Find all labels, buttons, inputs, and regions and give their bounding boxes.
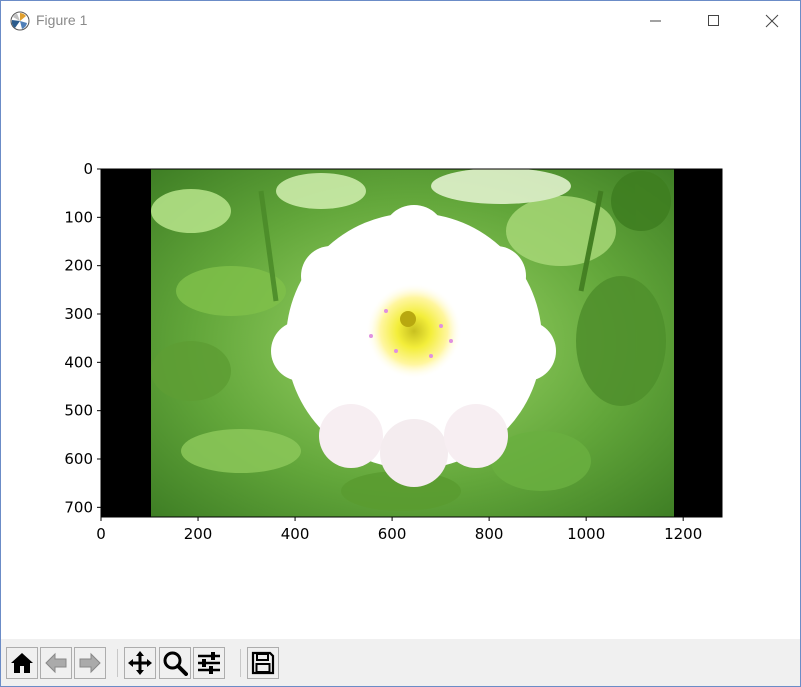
back-button[interactable] bbox=[40, 647, 72, 679]
forward-arrow-icon bbox=[79, 652, 101, 674]
y-tick-label: 400 bbox=[64, 353, 93, 371]
home-icon bbox=[11, 653, 33, 673]
toolbar-separator bbox=[117, 649, 118, 677]
y-tick-label: 0 bbox=[83, 160, 93, 178]
zoom-icon bbox=[163, 651, 188, 676]
x-tick-label: 1000 bbox=[567, 525, 605, 543]
toolbar-separator bbox=[240, 649, 241, 677]
x-tick-label: 1200 bbox=[664, 525, 702, 543]
maximize-icon bbox=[708, 15, 719, 26]
y-tick-label: 600 bbox=[64, 450, 93, 468]
close-button[interactable] bbox=[743, 1, 801, 41]
home-button[interactable] bbox=[6, 647, 38, 679]
window-title: Figure 1 bbox=[36, 12, 88, 28]
minimize-button[interactable] bbox=[627, 1, 685, 41]
y-tick-label: 700 bbox=[64, 498, 93, 516]
forward-button[interactable] bbox=[74, 647, 106, 679]
y-tick-label: 500 bbox=[64, 402, 93, 420]
figure-window: Figure 1 0 100 200 300 400 500 600 700 0… bbox=[0, 0, 801, 687]
close-icon bbox=[765, 14, 779, 28]
navigation-toolbar bbox=[1, 639, 800, 686]
zoom-button[interactable] bbox=[159, 647, 191, 679]
black-bar-right bbox=[674, 169, 722, 517]
matplotlib-icon bbox=[10, 11, 30, 31]
x-axis-ticks: 0 200 400 600 800 1000 1200 bbox=[96, 517, 702, 543]
x-tick-label: 200 bbox=[184, 525, 213, 543]
black-bar-left bbox=[101, 169, 151, 517]
minimize-icon bbox=[650, 20, 661, 22]
save-button[interactable] bbox=[247, 647, 279, 679]
x-tick-label: 600 bbox=[378, 525, 407, 543]
figure-canvas[interactable]: 0 100 200 300 400 500 600 700 0 200 400 600 800 1000… bbox=[1, 41, 800, 639]
pan-button[interactable] bbox=[124, 647, 156, 679]
subplots-config-icon bbox=[198, 652, 220, 674]
axes[interactable]: 0 100 200 300 400 500 600 700 0 200 400 600 800 1000… bbox=[1, 41, 800, 639]
y-tick-label: 200 bbox=[64, 257, 93, 275]
y-tick-label: 100 bbox=[64, 208, 93, 226]
title-bar[interactable]: Figure 1 bbox=[1, 1, 800, 41]
maximize-button[interactable] bbox=[685, 1, 743, 41]
save-icon bbox=[251, 651, 275, 675]
y-axis-ticks: 0 100 200 300 400 500 600 700 bbox=[64, 160, 101, 516]
configure-subplots-button[interactable] bbox=[193, 647, 225, 679]
image-content bbox=[101, 169, 722, 517]
y-tick-label: 300 bbox=[64, 305, 93, 323]
pan-icon bbox=[128, 651, 152, 675]
x-tick-label: 800 bbox=[475, 525, 504, 543]
x-tick-label: 400 bbox=[281, 525, 310, 543]
back-arrow-icon bbox=[45, 652, 67, 674]
x-tick-label: 0 bbox=[96, 525, 106, 543]
